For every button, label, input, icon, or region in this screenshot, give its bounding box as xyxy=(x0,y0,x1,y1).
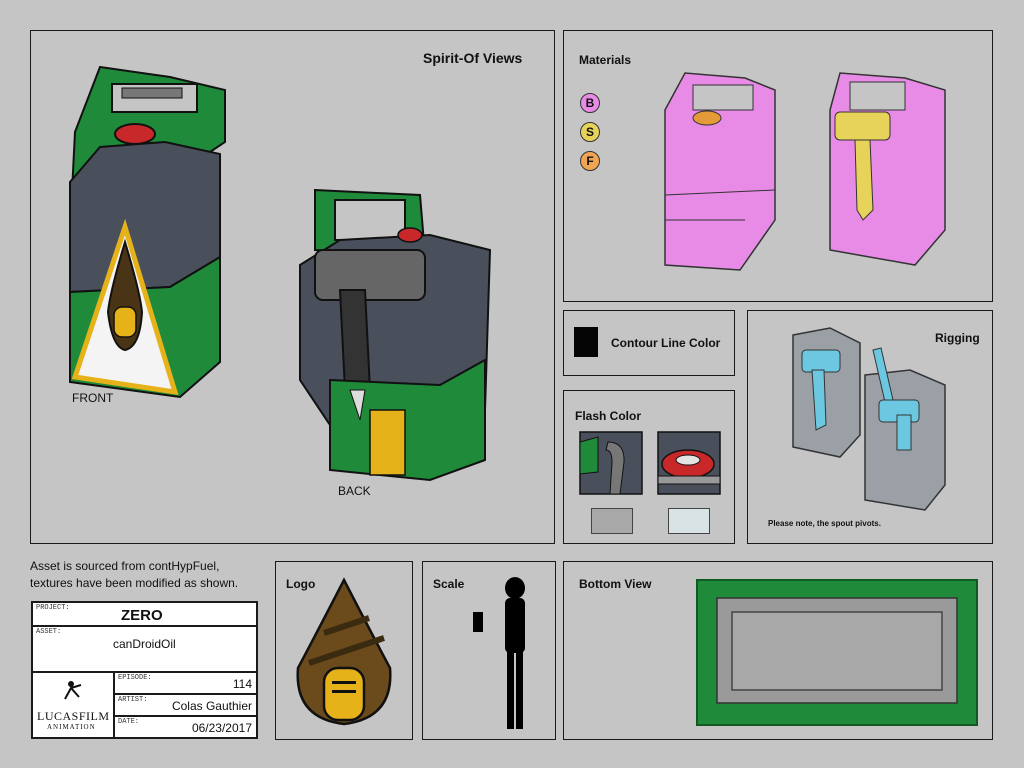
front-label: FRONT xyxy=(72,391,114,405)
artist-cell: ARTIST: Colas Gauthier xyxy=(114,694,257,716)
bottom-view-title: Bottom View xyxy=(579,577,652,591)
project-key: PROJECT: xyxy=(36,604,70,612)
asset-cell: ASSET: canDroidOil xyxy=(32,626,257,672)
asset-note-line2: textures have been modified as shown. xyxy=(30,576,239,590)
back-can-illustration xyxy=(299,188,492,482)
logo-text-1: LUCASFILM xyxy=(37,709,110,723)
rigging-illustration-right xyxy=(864,347,946,511)
flash-swatch-dark xyxy=(591,508,633,534)
project-cell: PROJECT: ZERO xyxy=(32,602,257,626)
date-cell: DATE: 06/23/2017 xyxy=(114,716,257,738)
material-badge-s: S xyxy=(580,122,600,142)
front-can-illustration xyxy=(68,65,226,399)
date-key: DATE: xyxy=(118,718,140,726)
material-badge-b: B xyxy=(580,93,600,113)
episode-value: 114 xyxy=(232,677,252,691)
materials-back-illustration xyxy=(829,72,946,266)
rigging-title: Rigging xyxy=(935,331,980,345)
scale-panel-title: Scale xyxy=(433,577,465,591)
asset-key: ASSET: xyxy=(36,628,62,636)
oil-drop-logo xyxy=(296,577,392,726)
contour-swatch xyxy=(574,327,598,357)
material-badge-f-label: F xyxy=(586,154,594,168)
flash-swatch-light xyxy=(668,508,710,534)
materials-title: Materials xyxy=(579,53,632,67)
logo-cell: LUCASFILM ANIMATION xyxy=(32,672,114,738)
material-badge-s-label: S xyxy=(585,125,594,139)
character-silhouette xyxy=(505,577,525,729)
bottom-view-illustration xyxy=(696,579,978,726)
artist-key: ARTIST: xyxy=(118,696,148,704)
artist-value: Colas Gauthier xyxy=(171,699,252,713)
episode-cell: EPISODE: 114 xyxy=(114,672,257,694)
material-badge-b-label: B xyxy=(585,96,595,110)
asset-value: canDroidOil xyxy=(113,637,176,651)
flash-title: Flash Color xyxy=(575,409,642,423)
logo-text-2: ANIMATION xyxy=(47,723,96,731)
flash-detail-cap xyxy=(657,431,721,495)
flash-detail-spout xyxy=(579,431,643,495)
back-label: BACK xyxy=(338,484,371,498)
project-value: ZERO xyxy=(121,607,163,624)
rigging-note: Please note, the spout pivots. xyxy=(768,519,881,528)
materials-front-illustration xyxy=(664,72,776,271)
date-value: 06/23/2017 xyxy=(191,721,252,735)
asset-note-line1: Asset is sourced from contHypFuel, xyxy=(30,559,220,573)
episode-key: EPISODE: xyxy=(118,674,152,682)
lucasfilm-logo-icon xyxy=(64,681,82,700)
material-badge-f: F xyxy=(580,151,600,171)
title-block: PROJECT: ZERO ASSET: canDroidOil LUCASFI… xyxy=(31,601,258,739)
spirit-views-title: Spirit-Of Views xyxy=(423,50,523,66)
scale-can-silhouette xyxy=(473,612,483,632)
contour-title: Contour Line Color xyxy=(611,336,721,350)
